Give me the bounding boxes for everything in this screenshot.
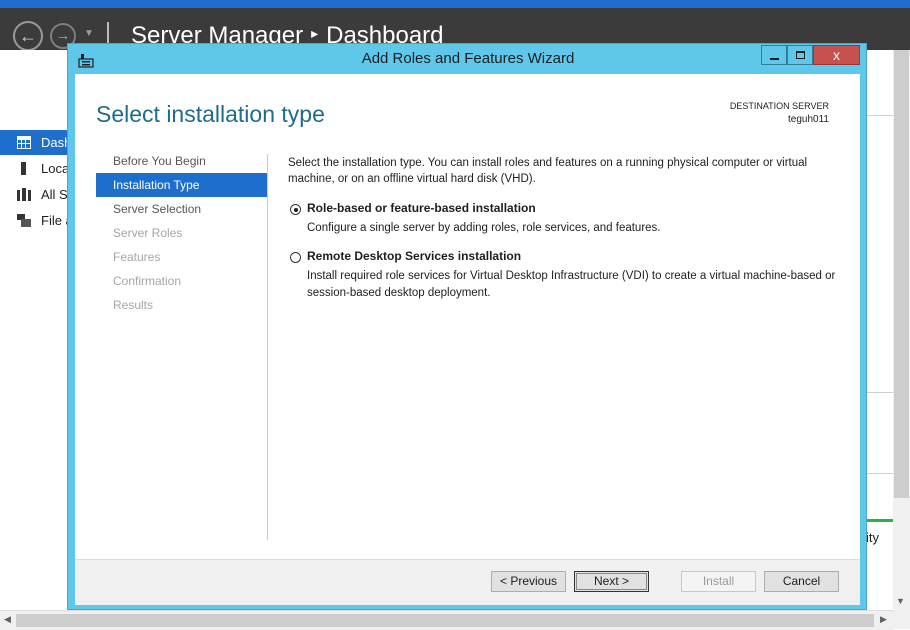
history-dropdown-icon[interactable]: ▼ bbox=[84, 28, 94, 39]
page-title: Select installation type bbox=[96, 101, 325, 127]
close-icon: x bbox=[833, 47, 840, 63]
step-confirmation: Confirmation bbox=[113, 274, 182, 288]
step-server-roles: Server Roles bbox=[113, 226, 183, 240]
scroll-right-icon[interactable]: ▶ bbox=[880, 614, 887, 625]
pane-divider bbox=[866, 473, 893, 474]
taskbar-strip bbox=[0, 0, 910, 8]
intro-text: Select the installation type. You can in… bbox=[288, 157, 808, 185]
vertical-scrollbar[interactable]: ▲ ▼ bbox=[893, 50, 910, 610]
next-button[interactable]: Next > bbox=[574, 571, 649, 592]
horizontal-scrollbar[interactable]: ◀ ▶ bbox=[0, 610, 893, 630]
step-installation-type[interactable]: Installation Type bbox=[96, 173, 267, 197]
scroll-down-icon[interactable]: ▼ bbox=[896, 596, 905, 606]
file-storage-icon bbox=[17, 214, 31, 227]
back-arrow-icon[interactable]: ← bbox=[13, 21, 43, 51]
sidebar-item-label: File and Storage Services bbox=[41, 213, 68, 228]
maximize-button[interactable] bbox=[787, 45, 813, 65]
scrollbar-thumb[interactable] bbox=[16, 614, 874, 627]
status-bar-green bbox=[866, 519, 893, 522]
sidebar-item-dashboard[interactable]: Dashboard bbox=[0, 130, 68, 155]
option-description: Install required role services for Virtu… bbox=[307, 270, 836, 299]
sidebar-item-label: Dashboard bbox=[41, 135, 68, 150]
wizard-footer: < Previous Next > Install Cancel bbox=[75, 559, 860, 605]
server-icon bbox=[21, 162, 26, 175]
header-right-edge bbox=[893, 8, 910, 50]
sidebar-item-local-server[interactable]: Local Server bbox=[0, 156, 68, 181]
scroll-left-icon[interactable]: ◀ bbox=[4, 614, 11, 625]
steps-divider bbox=[267, 154, 268, 540]
wizard-steps-nav: Before You Begin Installation Type Serve… bbox=[96, 149, 267, 317]
sidebar-item-file-storage[interactable]: File and Storage Services bbox=[0, 208, 68, 233]
scrollbar-corner bbox=[893, 610, 910, 629]
install-button: Install bbox=[681, 571, 756, 592]
step-features: Features bbox=[113, 250, 161, 264]
cancel-button[interactable]: Cancel bbox=[764, 571, 839, 592]
servers-icon bbox=[17, 188, 31, 201]
destination-server-label: DESTINATION SERVER bbox=[729, 101, 829, 111]
pane-divider bbox=[866, 392, 893, 393]
server-manager-sidebar: Dashboard Local Server All Servers File … bbox=[0, 50, 69, 610]
scrollbar-thumb[interactable] bbox=[894, 50, 909, 498]
dashboard-grid-icon bbox=[17, 136, 31, 149]
minimize-icon bbox=[770, 58, 779, 60]
sidebar-item-label: All Servers bbox=[41, 187, 68, 202]
option-title[interactable]: Role-based or feature-based installation bbox=[307, 201, 536, 215]
sidebar-item-label: Local Server bbox=[41, 161, 68, 176]
pane-divider bbox=[866, 115, 893, 116]
step-server-selection[interactable]: Server Selection bbox=[96, 197, 267, 221]
breadcrumb-separator-icon: ▸ bbox=[311, 25, 319, 41]
step-results: Results bbox=[113, 298, 154, 312]
tile-label-fragment: ity bbox=[866, 530, 879, 545]
add-roles-wizard-window: Add Roles and Features Wizard x Select i… bbox=[67, 43, 867, 610]
destination-server-name: teguh011 bbox=[788, 114, 829, 125]
radio-role-based[interactable] bbox=[290, 204, 301, 215]
sidebar-item-all-servers[interactable]: All Servers bbox=[0, 182, 68, 207]
radio-remote-desktop[interactable] bbox=[290, 252, 301, 263]
option-description: Configure a single server by adding role… bbox=[307, 222, 661, 234]
option-title[interactable]: Remote Desktop Services installation bbox=[307, 249, 521, 263]
maximize-icon bbox=[796, 51, 805, 59]
minimize-button[interactable] bbox=[761, 45, 787, 65]
close-button[interactable]: x bbox=[813, 45, 860, 65]
step-before-you-begin[interactable]: Before You Begin bbox=[96, 149, 267, 173]
wizard-title: Add Roles and Features Wizard bbox=[361, 50, 575, 67]
previous-button[interactable]: < Previous bbox=[491, 571, 566, 592]
server-manager-content-edge bbox=[866, 50, 893, 610]
wizard-content: Select installation type DESTINATION SER… bbox=[75, 74, 860, 605]
